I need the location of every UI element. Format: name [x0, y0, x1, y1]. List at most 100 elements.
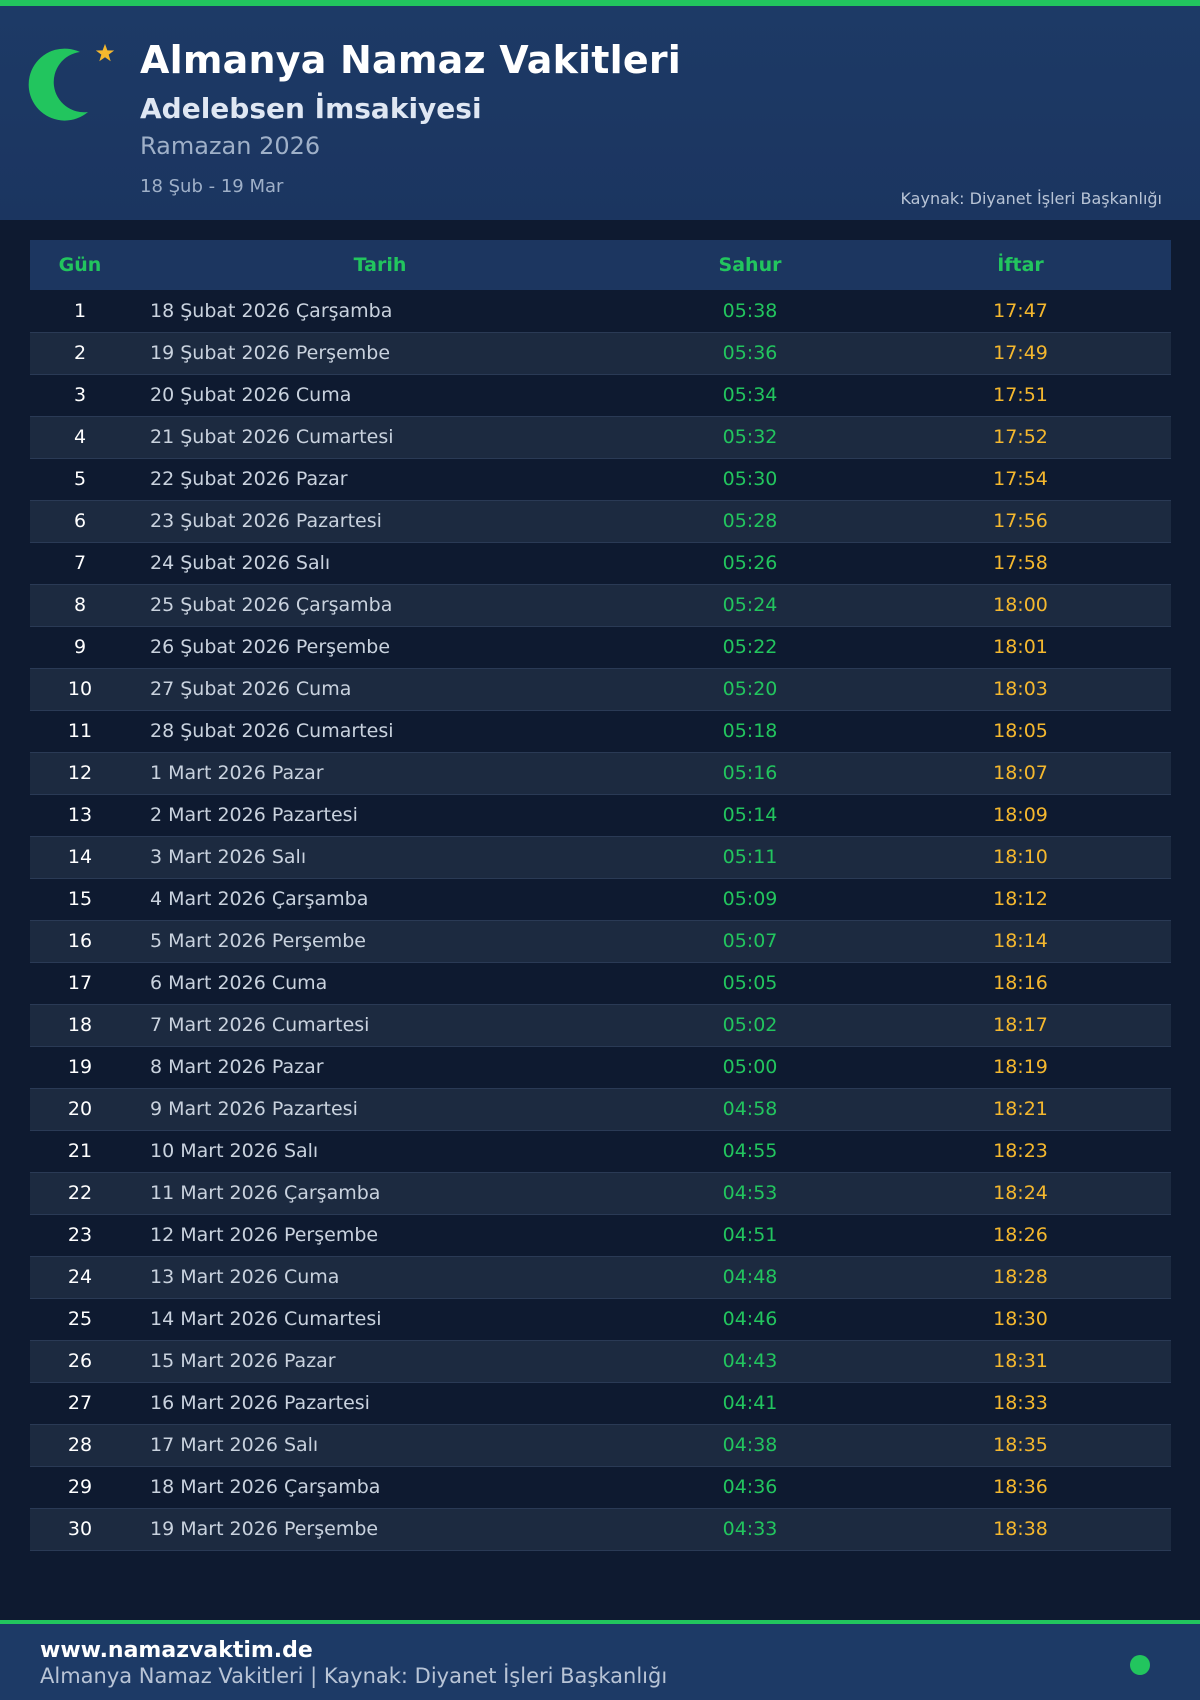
date-cell: 12 Mart 2026 Perşembe — [150, 1224, 379, 1246]
iftar-time: 18:03 — [993, 678, 1048, 700]
day-number: 8 — [73, 594, 87, 616]
footer-site-link[interactable]: www.namazvaktim.de — [40, 1638, 313, 1663]
iftar-time: 18:09 — [993, 804, 1048, 826]
day-number: 11 — [67, 720, 93, 742]
day-number: 4 — [73, 426, 87, 448]
table-row: 30 19 Mart 2026 Perşembe 04:33 18:38 — [30, 1508, 1171, 1550]
iftar-time: 17:56 — [993, 510, 1048, 532]
iftar-time: 18:23 — [993, 1140, 1048, 1162]
date-cell: 1 Mart 2026 Pazar — [150, 762, 324, 784]
day-number: 19 — [67, 1056, 93, 1078]
sahur-time: 05:16 — [722, 762, 778, 784]
day-number: 10 — [67, 678, 93, 700]
date-cell: 8 Mart 2026 Pazar — [150, 1056, 324, 1078]
date-cell: 7 Mart 2026 Cumartesi — [150, 1014, 370, 1036]
header-gun: Gün — [58, 254, 102, 276]
table-row: 29 18 Mart 2026 Çarşamba 04:36 18:36 — [30, 1466, 1171, 1508]
day-number: 29 — [67, 1476, 93, 1498]
table-row: 22 11 Mart 2026 Çarşamba 04:53 18:24 — [30, 1172, 1171, 1214]
date-cell: 10 Mart 2026 Salı — [150, 1140, 319, 1162]
date-cell: 9 Mart 2026 Pazartesi — [150, 1098, 358, 1120]
page-title: Almanya Namaz Vakitleri — [140, 38, 681, 82]
iftar-time: 18:35 — [993, 1434, 1048, 1456]
day-number: 7 — [73, 552, 87, 574]
date-cell: 17 Mart 2026 Salı — [150, 1434, 319, 1456]
iftar-time: 17:47 — [993, 299, 1048, 322]
table-row: 15 4 Mart 2026 Çarşamba 05:09 18:12 — [30, 878, 1171, 920]
iftar-time: 18:16 — [993, 972, 1048, 994]
date-cell: 19 Şubat 2026 Perşembe — [150, 342, 391, 364]
iftar-time: 18:28 — [993, 1266, 1048, 1288]
iftar-time: 18:36 — [993, 1476, 1048, 1498]
date-cell: 3 Mart 2026 Salı — [150, 846, 307, 868]
iftar-time: 18:30 — [993, 1308, 1048, 1330]
table-row: 13 2 Mart 2026 Pazartesi 05:14 18:09 — [30, 794, 1171, 836]
sahur-time: 05:20 — [722, 678, 778, 700]
ramazan-label: Ramazan 2026 — [140, 132, 321, 160]
sahur-time: 05:07 — [722, 930, 778, 952]
sahur-time: 04:46 — [722, 1308, 778, 1330]
table-row: 12 1 Mart 2026 Pazar 05:16 18:07 — [30, 752, 1171, 794]
table-row: 25 14 Mart 2026 Cumartesi 04:46 18:30 — [30, 1298, 1171, 1340]
table-row: 21 10 Mart 2026 Salı 04:55 18:23 — [30, 1130, 1171, 1172]
table-row: 28 17 Mart 2026 Salı 04:38 18:35 — [30, 1424, 1171, 1466]
day-number: 26 — [67, 1350, 93, 1372]
iftar-time: 17:49 — [993, 342, 1048, 364]
sahur-time: 04:48 — [722, 1266, 778, 1288]
header-tarih: Tarih — [353, 254, 407, 276]
table-row: 3 20 Şubat 2026 Cuma 05:34 17:51 — [30, 374, 1171, 416]
day-number: 1 — [73, 299, 87, 322]
date-cell: 21 Şubat 2026 Cumartesi — [150, 426, 394, 448]
date-cell: 26 Şubat 2026 Perşembe — [150, 636, 391, 658]
iftar-time: 17:52 — [993, 426, 1048, 448]
iftar-time: 18:33 — [993, 1392, 1048, 1414]
day-number: 30 — [67, 1518, 93, 1540]
iftar-time: 18:26 — [993, 1224, 1048, 1246]
table-row: 9 26 Şubat 2026 Perşembe 05:22 18:01 — [30, 626, 1171, 668]
table-row: 2 19 Şubat 2026 Perşembe 05:36 17:49 — [30, 332, 1171, 374]
iftar-time: 18:10 — [993, 846, 1048, 868]
day-number: 18 — [67, 1014, 93, 1036]
date-cell: 18 Şubat 2026 Çarşamba — [150, 299, 393, 322]
day-number: 9 — [73, 636, 87, 658]
page-subtitle: Adelebsen İmsakiyesi — [140, 92, 482, 125]
iftar-time: 18:24 — [993, 1182, 1048, 1204]
sahur-time: 05:36 — [722, 342, 778, 364]
table-header-row: Gün Tarih Sahur İftar — [30, 240, 1171, 290]
header-sahur: Sahur — [718, 254, 782, 276]
date-cell: 15 Mart 2026 Pazar — [150, 1350, 336, 1372]
day-number: 21 — [67, 1140, 93, 1162]
sahur-time: 05:11 — [722, 846, 778, 868]
iftar-time: 17:54 — [993, 468, 1048, 490]
sahur-time: 05:34 — [722, 384, 778, 406]
iftar-time: 18:12 — [993, 888, 1048, 910]
imsakiye-table-container: Gün Tarih Sahur İftar 1 18 Şubat 2026 Çar… — [30, 240, 1171, 1551]
date-cell: 5 Mart 2026 Perşembe — [150, 930, 366, 952]
iftar-time: 18:01 — [993, 636, 1048, 658]
table-row: 18 7 Mart 2026 Cumartesi 05:02 18:17 — [30, 1004, 1171, 1046]
iftar-time: 17:58 — [993, 552, 1048, 574]
table-row: 27 16 Mart 2026 Pazartesi 04:41 18:33 — [30, 1382, 1171, 1424]
day-number: 16 — [67, 930, 93, 952]
date-cell: 20 Şubat 2026 Cuma — [150, 384, 352, 406]
date-range: 18 Şub - 19 Mar — [140, 176, 284, 197]
day-number: 27 — [67, 1392, 93, 1414]
page-header: Almanya Namaz Vakitleri Adelebsen İmsaki… — [0, 6, 1200, 220]
sahur-time: 05:09 — [722, 888, 778, 910]
day-number: 6 — [73, 510, 87, 532]
date-cell: 16 Mart 2026 Pazartesi — [150, 1392, 370, 1414]
sahur-time: 05:14 — [722, 804, 778, 826]
iftar-time: 18:05 — [993, 720, 1048, 742]
sahur-time: 05:24 — [722, 594, 778, 616]
date-cell: 25 Şubat 2026 Çarşamba — [150, 594, 393, 616]
sahur-time: 05:22 — [722, 636, 778, 658]
table-row: 14 3 Mart 2026 Salı 05:11 18:10 — [30, 836, 1171, 878]
table-row: 24 13 Mart 2026 Cuma 04:48 18:28 — [30, 1256, 1171, 1298]
date-cell: 11 Mart 2026 Çarşamba — [150, 1182, 381, 1204]
sahur-time: 04:55 — [722, 1140, 778, 1162]
date-cell: 4 Mart 2026 Çarşamba — [150, 888, 369, 910]
sahur-time: 05:05 — [722, 972, 778, 994]
day-number: 25 — [67, 1308, 93, 1330]
day-number: 5 — [73, 468, 87, 490]
table-row: 23 12 Mart 2026 Perşembe 04:51 18:26 — [30, 1214, 1171, 1256]
